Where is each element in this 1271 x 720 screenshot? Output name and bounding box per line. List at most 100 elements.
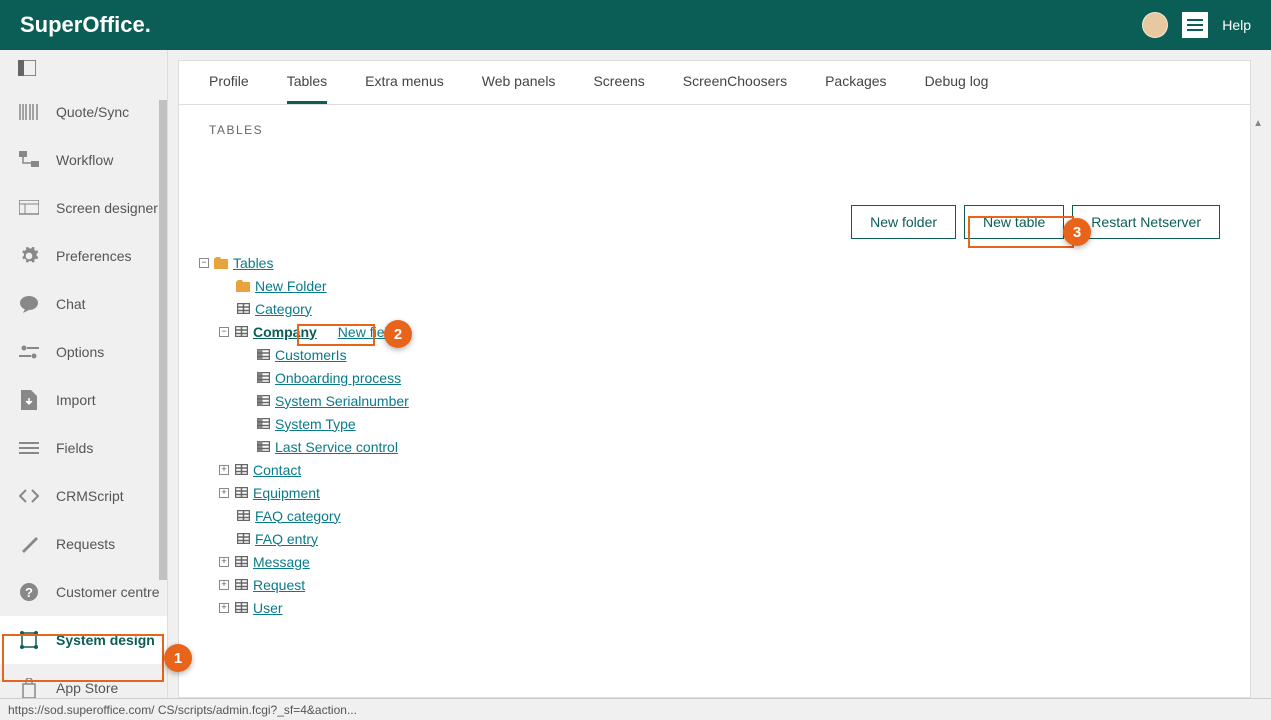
tree-link[interactable]: Equipment xyxy=(253,485,320,501)
tab-tables[interactable]: Tables xyxy=(287,73,327,104)
table-icon xyxy=(234,463,248,477)
screen-icon xyxy=(18,197,40,219)
sidebar-item-label: Customer centre xyxy=(56,584,159,600)
sidebar-scrollbar[interactable] xyxy=(159,100,167,580)
tree-row: − CompanyNew field xyxy=(199,320,1230,343)
sidebar-item-chat[interactable]: Chat xyxy=(0,280,167,328)
statusbar: https://sod.superoffice.com/ CS/scripts/… xyxy=(0,698,1271,720)
field-icon xyxy=(256,371,270,385)
sidebar-item-crmscript[interactable]: CRMScript xyxy=(0,472,167,520)
tree-row: + Message xyxy=(199,550,1230,573)
table-icon xyxy=(236,509,250,523)
question-icon: ? xyxy=(18,581,40,603)
tree: − Tables New Folder Category − CompanyNew… xyxy=(179,247,1250,697)
hamburger-icon[interactable] xyxy=(1182,12,1208,38)
sidebar-item-screen-designer[interactable]: Screen designer xyxy=(0,184,167,232)
tab-screenchoosers[interactable]: ScreenChoosers xyxy=(683,73,787,104)
table-icon xyxy=(234,578,248,592)
tree-row: System Type xyxy=(199,412,1230,435)
tree-toggle[interactable]: + xyxy=(219,557,229,567)
tabs: Profile Tables Extra menus Web panels Screen… xyxy=(179,61,1250,105)
tree-link[interactable]: Company xyxy=(253,324,317,340)
tree-row: + Request xyxy=(199,573,1230,596)
fields-icon xyxy=(18,437,40,459)
sidebar-item-label: Chat xyxy=(56,296,86,312)
tree-link[interactable]: Message xyxy=(253,554,310,570)
tab-profile[interactable]: Profile xyxy=(209,73,249,104)
tree-toggle[interactable]: + xyxy=(219,488,229,498)
sidebar-item-label: App Store xyxy=(56,680,118,696)
callout-3: 3 xyxy=(1063,218,1091,246)
content-panel: Profile Tables Extra menus Web panels Screen… xyxy=(178,60,1251,698)
callout-2: 2 xyxy=(384,320,412,348)
tree-link[interactable]: CustomerIs xyxy=(275,347,347,363)
sidebar-collapse[interactable] xyxy=(0,50,167,88)
tree-toggle[interactable]: − xyxy=(199,258,209,268)
folder-icon xyxy=(214,256,228,270)
tree-toggle[interactable]: + xyxy=(219,465,229,475)
sidebar-item-quote-sync[interactable]: Quote/Sync xyxy=(0,88,167,136)
tab-screens[interactable]: Screens xyxy=(593,73,644,104)
tab-packages[interactable]: Packages xyxy=(825,73,886,104)
restart-netserver-button[interactable]: Restart Netserver xyxy=(1072,205,1220,239)
app-header: SuperOffice. Help xyxy=(0,0,1271,50)
sidebar-item-label: Requests xyxy=(56,536,115,552)
appstore-icon xyxy=(18,677,40,698)
system-icon xyxy=(18,629,40,651)
arrow-up-icon: ▲ xyxy=(1253,118,1263,129)
tree-link[interactable]: User xyxy=(253,600,283,616)
tree-root[interactable]: Tables xyxy=(233,255,273,271)
tree-link[interactable]: Onboarding process xyxy=(275,370,401,386)
svg-text:?: ? xyxy=(25,585,33,600)
chat-icon xyxy=(18,293,40,315)
section-header: TABLES xyxy=(179,105,1250,145)
sidebar-item-label: Workflow xyxy=(56,152,113,168)
sidebar-item-label: System design xyxy=(56,632,155,648)
tree-link[interactable]: System Serialnumber xyxy=(275,393,409,409)
tree-toggle[interactable]: + xyxy=(219,580,229,590)
sidebar: Quote/Sync Workflow Screen designerPrefere… xyxy=(0,50,168,698)
tree-link[interactable]: Category xyxy=(255,301,312,317)
tree-toggle[interactable]: + xyxy=(219,603,229,613)
header-right: Help xyxy=(1142,12,1251,38)
tree-link[interactable]: Last Service control xyxy=(275,439,398,455)
folder-icon xyxy=(236,279,250,293)
field-icon xyxy=(256,440,270,454)
sidebar-item-preferences[interactable]: Preferences xyxy=(0,232,167,280)
code-icon xyxy=(18,485,40,507)
sidebar-item-label: CRMScript xyxy=(56,488,124,504)
tree-link[interactable]: Request xyxy=(253,577,305,593)
sidebar-item-app-store[interactable]: App Store xyxy=(0,664,167,698)
tab-web-panels[interactable]: Web panels xyxy=(482,73,556,104)
new-folder-button[interactable]: New folder xyxy=(851,205,956,239)
sidebar-item-system-design[interactable]: System design xyxy=(0,616,167,664)
tree-link[interactable]: FAQ entry xyxy=(255,531,318,547)
tab-extra-menus[interactable]: Extra menus xyxy=(365,73,444,104)
panel-icon xyxy=(18,60,36,79)
tree-row: Last Service control xyxy=(199,435,1230,458)
tree-row: Onboarding process xyxy=(199,366,1230,389)
tree-link[interactable]: System Type xyxy=(275,416,356,432)
table-icon xyxy=(236,532,250,546)
help-link[interactable]: Help xyxy=(1222,17,1251,33)
sidebar-item-fields[interactable]: Fields xyxy=(0,424,167,472)
tree-row: FAQ entry xyxy=(199,527,1230,550)
tree-row: + User xyxy=(199,596,1230,619)
tree-link[interactable]: New Folder xyxy=(255,278,327,294)
sidebar-item-customer-centre[interactable]: ? Customer centre xyxy=(0,568,167,616)
tree-row: + Equipment xyxy=(199,481,1230,504)
tree-row: + Contact xyxy=(199,458,1230,481)
tree-toggle[interactable]: − xyxy=(219,327,229,337)
tree-row: FAQ category xyxy=(199,504,1230,527)
requests-icon xyxy=(18,533,40,555)
sidebar-item-requests[interactable]: Requests xyxy=(0,520,167,568)
tab-debug-log[interactable]: Debug log xyxy=(925,73,989,104)
sidebar-item-workflow[interactable]: Workflow xyxy=(0,136,167,184)
avatar[interactable] xyxy=(1142,12,1168,38)
sidebar-item-options[interactable]: Options xyxy=(0,328,167,376)
table-icon xyxy=(234,555,248,569)
sidebar-item-import[interactable]: Import xyxy=(0,376,167,424)
new-table-button[interactable]: New table xyxy=(964,205,1064,239)
tree-link[interactable]: Contact xyxy=(253,462,301,478)
tree-link[interactable]: FAQ category xyxy=(255,508,341,524)
